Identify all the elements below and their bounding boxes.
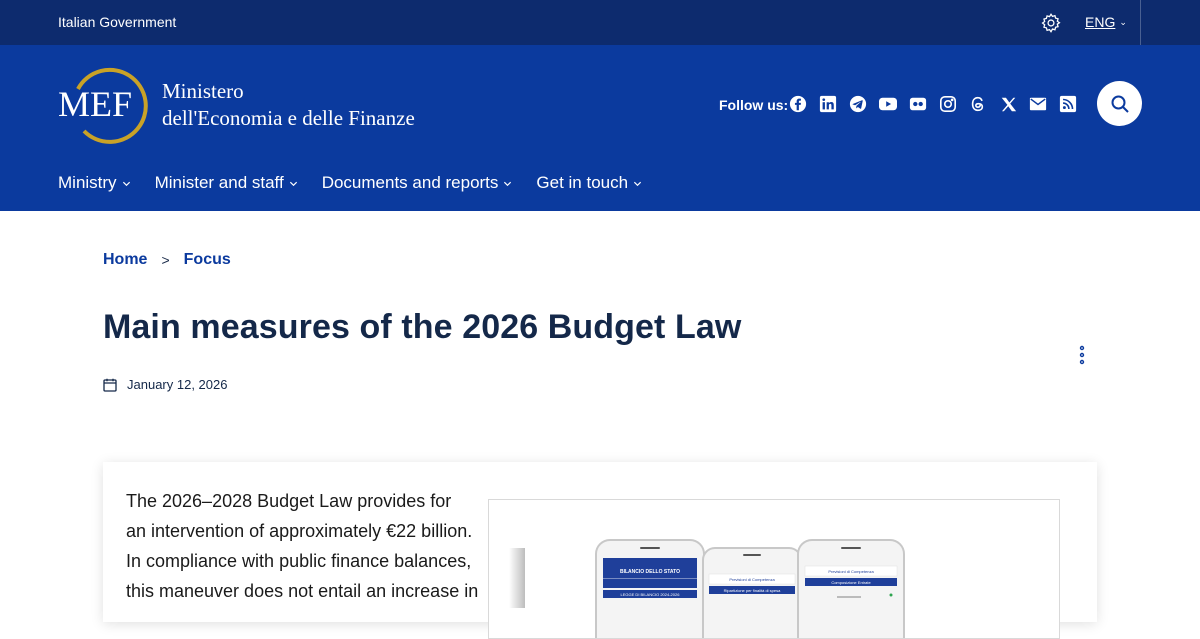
phone-mockup-3: Previsioni di Competenza Composizione En… xyxy=(797,539,905,638)
main-navigation: Ministry Minister and staff Documents an… xyxy=(58,173,642,193)
nav-item-label: Ministry xyxy=(58,173,117,192)
page-title: Main measures of the 2026 Budget Law xyxy=(103,308,742,346)
search-button[interactable] xyxy=(1097,81,1142,126)
phone3-band: Composizione Entrate xyxy=(831,580,871,585)
threads-icon[interactable] xyxy=(968,94,988,114)
calendar-icon xyxy=(103,378,117,392)
ministry-name-line2: dell'Economia e delle Finanze xyxy=(162,106,415,130)
phone1-band: LEGGE DI BILANCIO 2024-2026 xyxy=(621,592,681,597)
article-intro: The 2026–2028 Budget Law provides for an… xyxy=(126,486,486,606)
ministry-name[interactable]: Ministero dell'Economia e delle Finanze xyxy=(162,78,415,132)
email-icon[interactable] xyxy=(1028,94,1048,114)
nav-item-label: Minister and staff xyxy=(154,173,284,192)
x-icon[interactable] xyxy=(998,94,1018,114)
telegram-icon[interactable] xyxy=(848,94,868,114)
breadcrumb: Home > Focus xyxy=(103,251,231,269)
breadcrumb-separator: > xyxy=(161,252,170,268)
nav-item-minister-and-staff[interactable]: Minister and staff xyxy=(155,173,298,193)
chevron-down-icon xyxy=(122,181,130,186)
nav-item-documents-and-reports[interactable]: Documents and reports xyxy=(322,173,513,193)
rss-icon[interactable] xyxy=(1058,94,1078,114)
publication-date: January 12, 2026 xyxy=(103,377,227,392)
intro-line: In compliance with public finance balanc… xyxy=(126,551,472,571)
search-icon xyxy=(1111,95,1129,113)
breadcrumb-home-link[interactable]: Home xyxy=(103,251,147,269)
chevron-down-icon: ⌄ xyxy=(1119,17,1127,27)
chevron-down-icon xyxy=(504,181,512,186)
top-bar: Italian Government ENG ⌄ xyxy=(0,0,1200,45)
intro-line: The 2026–2028 Budget Law provides for xyxy=(126,491,452,511)
chevron-down-icon xyxy=(289,181,297,186)
instagram-icon[interactable] xyxy=(938,94,958,114)
language-selector[interactable]: ENG ⌄ xyxy=(1085,14,1127,30)
ministry-name-line1: Ministero xyxy=(162,79,244,103)
article-image[interactable]: BILANCIO DELLO STATO LEGGE DI BILANCIO 2… xyxy=(488,499,1060,639)
breadcrumb-focus-link[interactable]: Focus xyxy=(184,251,231,269)
article-card: The 2026–2028 Budget Law provides for an… xyxy=(103,462,1097,639)
facebook-icon[interactable] xyxy=(788,94,808,114)
follow-us-label: Follow us: xyxy=(719,97,789,113)
phone-mockup-2: Previsioni di Competenza Ripartizione pe… xyxy=(702,547,802,638)
intro-line: this maneuver does not entail an increas… xyxy=(126,581,479,601)
settings-gear-icon[interactable] xyxy=(1040,12,1062,34)
youtube-icon[interactable] xyxy=(878,94,898,114)
chevron-down-icon xyxy=(634,181,642,186)
linkedin-icon[interactable] xyxy=(818,94,838,114)
intro-line: an intervention of approximately €22 bil… xyxy=(126,521,473,541)
mef-logo[interactable]: MEF xyxy=(56,65,148,145)
phone1-header: BILANCIO DELLO STATO xyxy=(620,569,680,575)
flickr-icon[interactable] xyxy=(908,94,928,114)
social-links xyxy=(788,94,1078,114)
government-label[interactable]: Italian Government xyxy=(58,14,176,30)
svg-text:MEF: MEF xyxy=(58,84,132,124)
topbar-divider xyxy=(1140,0,1141,45)
more-options-icon[interactable] xyxy=(1075,345,1089,365)
site-header: MEF Ministero dell'Economia e delle Fina… xyxy=(0,45,1200,211)
language-label: ENG xyxy=(1085,14,1116,30)
phone-mockup-1: BILANCIO DELLO STATO LEGGE DI BILANCIO 2… xyxy=(595,539,705,638)
phone3-header: Previsioni di Competenza xyxy=(828,569,874,574)
nav-item-ministry[interactable]: Ministry xyxy=(58,173,131,193)
nav-item-get-in-touch[interactable]: Get in touch xyxy=(536,173,642,193)
date-text: January 12, 2026 xyxy=(127,377,228,392)
phone2-band: Ripartizione per finalità di spesa xyxy=(724,588,781,593)
phone2-header: Previsioni di Competenza xyxy=(729,577,775,582)
nav-item-label: Documents and reports xyxy=(321,173,499,192)
nav-item-label: Get in touch xyxy=(536,173,629,192)
